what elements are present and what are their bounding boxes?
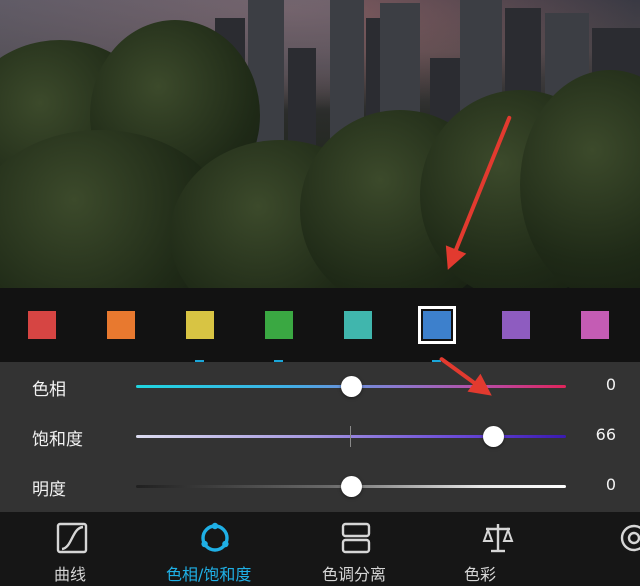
- saturation-value: 66: [595, 425, 616, 444]
- adjustment-panel: 色相 0 饱和度 66 明度 0: [0, 362, 640, 512]
- swatch-aqua[interactable]: [344, 311, 372, 339]
- hue-ring-icon: [201, 522, 229, 552]
- hue-thumb[interactable]: [341, 376, 362, 397]
- nav-curve[interactable]: 曲线: [40, 512, 104, 586]
- swatch-purple[interactable]: [502, 311, 530, 339]
- swatch-orange[interactable]: [107, 311, 135, 339]
- swatch-green[interactable]: [265, 311, 293, 339]
- hue-value: 0: [605, 375, 616, 394]
- nav-split-tone[interactable]: 色调分离: [316, 512, 396, 586]
- nav-more-tool[interactable]: [608, 512, 640, 586]
- color-selector: [0, 288, 640, 362]
- nav-split-tone-label: 色调分离: [322, 565, 387, 584]
- saturation-label: 饱和度: [32, 430, 83, 450]
- nav-curve-label: 曲线: [54, 565, 87, 584]
- swatch-red[interactable]: [28, 311, 56, 339]
- swatch-yellow[interactable]: [186, 311, 214, 339]
- brightness-label: 明度: [32, 480, 66, 500]
- balance-icon: [482, 524, 514, 553]
- split-tone-icon: [341, 522, 371, 554]
- brightness-value: 0: [605, 475, 616, 494]
- saturation-thumb[interactable]: [482, 426, 504, 447]
- hue-label: 色相: [32, 380, 66, 400]
- photo-preview: [0, 0, 640, 288]
- hue-row: 色相 0: [0, 362, 640, 412]
- nav-balance-label: 色彩: [464, 565, 497, 584]
- saturation-row: 饱和度 66: [0, 412, 640, 462]
- center-tick: [350, 426, 351, 447]
- nav-hue-saturation[interactable]: 色相/饱和度: [160, 512, 270, 586]
- swatch-blue[interactable]: [418, 306, 456, 344]
- brightness-thumb[interactable]: [341, 476, 362, 497]
- nav-balance[interactable]: 色彩: [462, 512, 532, 586]
- tool-nav: 曲线 色相/饱和度 色调分离 色彩: [0, 512, 640, 586]
- curve-icon: [56, 522, 88, 554]
- brightness-row: 明度 0: [0, 462, 640, 512]
- nav-hue-saturation-label: 色相/饱和度: [166, 565, 252, 584]
- swatch-magenta[interactable]: [581, 311, 609, 339]
- more-tool-icon: [620, 524, 640, 552]
